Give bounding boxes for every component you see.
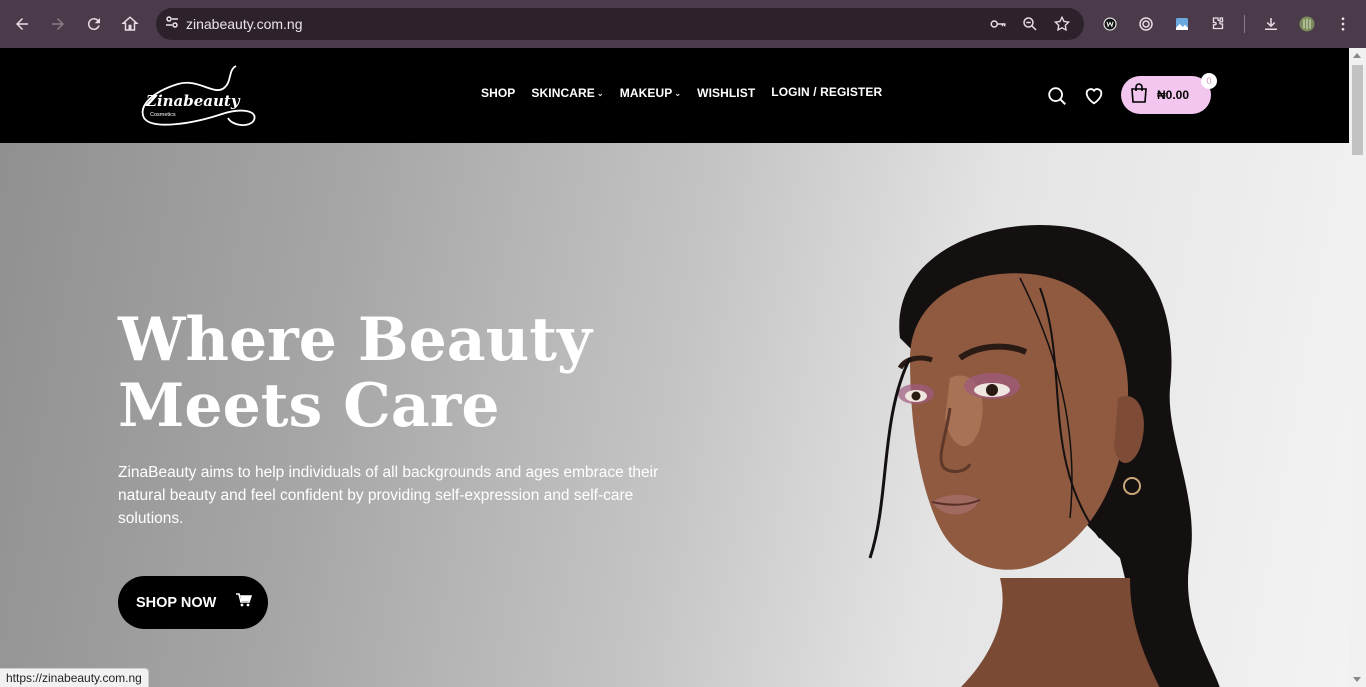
menu-item-wishlist[interactable]: WISHLIST xyxy=(697,86,755,100)
url-text[interactable]: zinabeauty.com.ng xyxy=(186,16,302,32)
site-logo[interactable]: Zinabeauty Cosmetics xyxy=(136,62,260,130)
back-button[interactable] xyxy=(8,10,36,38)
hero-description: ZinaBeauty aims to help individuals of a… xyxy=(118,464,659,527)
main-menu: SHOP SKINCARE ⌄ MAKEUP ⌄ WISHLIST LOGIN / … xyxy=(481,84,898,100)
logo-swirl-icon: Zinabeauty Cosmetics xyxy=(141,65,256,126)
cart-icon xyxy=(236,593,253,612)
site-settings-icon[interactable] xyxy=(164,14,180,35)
svg-text:Cosmetics: Cosmetics xyxy=(150,112,176,118)
chevron-down-icon: ⌄ xyxy=(674,88,682,98)
shop-now-label: SHOP NOW xyxy=(136,594,217,611)
scroll-up-arrow-icon[interactable] xyxy=(1353,53,1361,58)
extensions-area xyxy=(1096,10,1357,38)
menu-item-login-register[interactable]: LOGIN / REGISTER xyxy=(771,84,882,100)
extension-image-icon[interactable] xyxy=(1168,10,1196,38)
search-icon[interactable] xyxy=(1046,85,1068,107)
toolbar-divider xyxy=(1244,15,1245,33)
browser-menu-icon[interactable] xyxy=(1329,10,1357,38)
hero-banner: Where Beauty Meets Care ZinaBeauty aims … xyxy=(0,143,1349,687)
profile-avatar-icon[interactable] xyxy=(1293,10,1321,38)
page-scrollbar[interactable] xyxy=(1349,48,1366,687)
home-icon xyxy=(121,16,139,31)
forward-button[interactable] xyxy=(44,10,72,38)
zoom-icon[interactable] xyxy=(1016,10,1044,38)
reload-icon xyxy=(87,18,100,31)
wishlist-heart-icon[interactable] xyxy=(1083,85,1105,107)
cart-total: ₦0.00 xyxy=(1157,88,1190,102)
scroll-down-arrow-icon[interactable] xyxy=(1353,677,1361,682)
menu-item-shop[interactable]: SHOP xyxy=(481,86,515,100)
site-header: Zinabeauty Cosmetics SHOP SKINCARE ⌄ MAKE… xyxy=(0,48,1349,143)
downloads-icon[interactable] xyxy=(1257,10,1285,38)
reload-button[interactable] xyxy=(80,10,108,38)
extension-w-icon[interactable] xyxy=(1096,10,1124,38)
link-status-bar: https://zinabeauty.com.ng xyxy=(0,668,149,687)
extensions-puzzle-icon[interactable] xyxy=(1204,10,1232,38)
bookmark-star-icon[interactable] xyxy=(1048,10,1076,38)
shop-now-button[interactable]: SHOP NOW xyxy=(118,576,268,629)
svg-text:Zinabeauty: Zinabeauty xyxy=(145,92,241,110)
shopping-bag-icon xyxy=(1129,82,1149,109)
hero-title-line1: Where Beauty xyxy=(118,305,592,375)
hero-title-line2: Meets Care xyxy=(118,371,500,441)
arrow-right-icon xyxy=(52,18,64,30)
model-portrait-image xyxy=(868,225,1220,687)
arrow-left-icon xyxy=(16,18,28,30)
hero-title: Where Beauty Meets Care xyxy=(118,307,592,439)
home-button[interactable] xyxy=(116,10,144,38)
cart-count-badge: 0 xyxy=(1201,73,1217,89)
extension-target-icon[interactable] xyxy=(1132,10,1160,38)
password-key-icon[interactable] xyxy=(984,10,1012,38)
browser-toolbar: zinabeauty.com.ng xyxy=(0,0,1366,48)
cart-button[interactable]: ₦0.00 xyxy=(1121,76,1211,114)
scroll-thumb[interactable] xyxy=(1352,65,1363,155)
menu-item-skincare[interactable]: SKINCARE ⌄ xyxy=(531,86,603,100)
menu-item-makeup[interactable]: MAKEUP ⌄ xyxy=(620,86,681,100)
chevron-down-icon: ⌄ xyxy=(596,88,604,98)
address-bar[interactable]: zinabeauty.com.ng xyxy=(156,8,1084,40)
